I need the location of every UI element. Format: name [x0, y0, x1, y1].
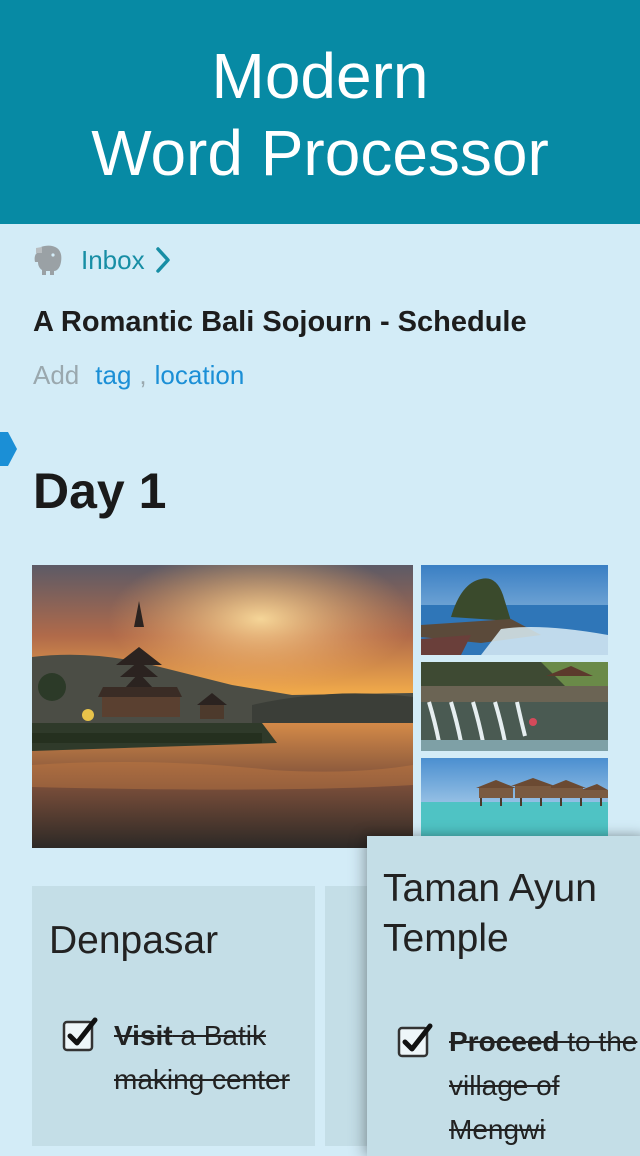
overwater-bungalows-photo[interactable]: [421, 758, 608, 838]
card-title: Taman Ayun Temple: [383, 867, 597, 960]
banner-title-line1: Modern: [211, 40, 429, 112]
banner-title-line2: Word Processor: [91, 117, 549, 189]
chevron-right-icon[interactable]: [153, 246, 173, 274]
checkbox-checked-icon[interactable]: [397, 1022, 433, 1058]
todo-text[interactable]: Visit a Batik making center: [114, 1014, 304, 1102]
promo-banner: Modern Word Processor: [0, 0, 640, 224]
checkbox-checked-icon[interactable]: [62, 1016, 98, 1052]
evernote-elephant-icon: [34, 245, 62, 275]
todo-item: Proceed to the village of Mengwi: [397, 1020, 639, 1152]
todo-item: Visit a Batik making center: [62, 1014, 304, 1102]
todo-bold-text: Visit: [114, 1020, 173, 1051]
card-title: Denpasar: [49, 919, 219, 962]
note-card-denpasar[interactable]: Denpasar Visit a Batik making center: [32, 886, 315, 1146]
add-tag-link[interactable]: tag: [95, 360, 131, 390]
sea-temple-photo[interactable]: [421, 565, 608, 655]
water-temple-fountains-photo[interactable]: [421, 662, 608, 751]
note-card-taman-ayun[interactable]: Taman Ayun Temple Proceed to the village…: [367, 836, 640, 1156]
todo-text[interactable]: Proceed to the village of Mengwi: [449, 1020, 639, 1152]
notebook-link-inbox[interactable]: Inbox: [81, 245, 145, 276]
add-location-link[interactable]: location: [155, 360, 245, 390]
section-heading[interactable]: Day 1: [33, 462, 166, 520]
todo-bold-text: Proceed: [449, 1026, 560, 1057]
note-meta-row: Add tag, location: [33, 360, 244, 391]
cursor-marker-icon: [0, 432, 17, 466]
meta-separator: ,: [139, 360, 147, 390]
add-label: Add: [33, 360, 80, 390]
breadcrumb[interactable]: Inbox: [33, 240, 173, 280]
lake-temple-sunset-photo[interactable]: [32, 565, 413, 848]
note-title[interactable]: A Romantic Bali Sojourn - Schedule: [33, 306, 527, 339]
